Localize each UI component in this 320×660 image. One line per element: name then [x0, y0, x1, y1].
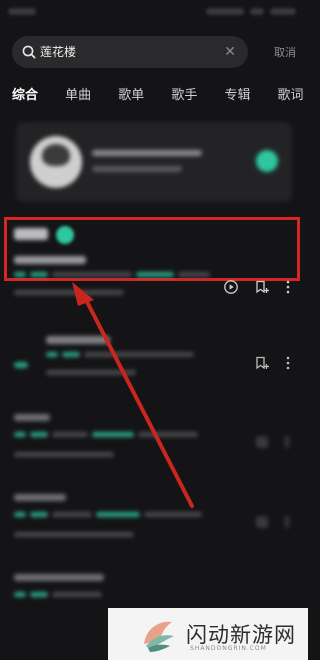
tab-artists[interactable]: 歌手 — [171, 84, 197, 103]
song-album — [138, 432, 198, 437]
result-tabs: 综合 单曲 歌单 歌手 专辑 歌词 — [12, 84, 308, 106]
vip-badge — [62, 352, 80, 357]
song-extra — [14, 290, 124, 295]
song-title — [14, 414, 50, 421]
vip-badge — [30, 272, 48, 277]
section-title — [14, 228, 48, 240]
search-input[interactable]: 莲花楼 ✕ — [12, 36, 248, 68]
search-bar: 莲花楼 ✕ 取消 — [12, 36, 296, 68]
song-artist — [52, 512, 92, 517]
more-vertical-icon[interactable] — [285, 516, 289, 528]
song-title — [46, 336, 110, 344]
song-extra — [14, 452, 114, 457]
vip-badge — [30, 512, 48, 517]
watermark-logo-icon — [144, 621, 174, 652]
song-artist — [84, 352, 194, 357]
status-time — [8, 8, 36, 15]
add-to-collection-icon[interactable] — [254, 355, 270, 371]
song-tag — [136, 272, 174, 277]
avatar — [30, 136, 82, 188]
play-circle-icon[interactable] — [223, 279, 239, 295]
song-tag — [96, 512, 140, 517]
tab-songs[interactable]: 单曲 — [65, 84, 91, 103]
add-to-collection-icon[interactable] — [256, 516, 268, 528]
vip-badge — [30, 432, 48, 437]
song-title — [14, 256, 86, 264]
vip-badge — [30, 592, 48, 597]
song-artist — [52, 432, 88, 437]
artist-card[interactable] — [16, 122, 292, 202]
more-vertical-icon[interactable] — [286, 356, 290, 370]
status-indicators — [206, 8, 244, 15]
song-album — [178, 272, 210, 277]
add-to-collection-icon[interactable] — [256, 436, 268, 448]
more-vertical-icon[interactable] — [285, 436, 289, 448]
tab-albums[interactable]: 专辑 — [224, 84, 250, 103]
quality-badge — [46, 352, 58, 357]
song-tag — [92, 432, 134, 437]
tab-lyrics[interactable]: 歌词 — [278, 84, 304, 103]
song-title — [14, 494, 66, 501]
song-album — [144, 512, 202, 517]
more-vertical-icon[interactable] — [286, 280, 290, 294]
artist-name — [92, 150, 202, 156]
song-artist — [52, 592, 102, 597]
add-to-collection-icon[interactable] — [254, 279, 270, 295]
quality-badge — [14, 592, 26, 597]
artist-meta — [92, 166, 182, 172]
search-query: 莲花楼 — [40, 45, 77, 59]
battery-icon — [270, 8, 296, 15]
wifi-icon — [250, 8, 264, 15]
quality-badge — [14, 272, 26, 277]
song-extra — [46, 370, 136, 375]
watermark: 闪动新游网 SHANDONGRIN.COM — [108, 608, 308, 660]
cancel-button[interactable]: 取消 — [274, 44, 296, 60]
status-bar — [0, 0, 308, 26]
playing-indicator-icon — [14, 362, 28, 368]
song-artist — [52, 272, 132, 277]
quality-badge — [14, 512, 26, 517]
tab-playlists[interactable]: 歌单 — [118, 84, 144, 103]
close-icon[interactable]: ✕ — [222, 44, 238, 60]
tab-comprehensive[interactable]: 综合 — [12, 84, 38, 103]
play-all-icon[interactable] — [56, 226, 74, 244]
search-icon — [22, 45, 36, 59]
song-title — [14, 574, 104, 581]
song-extra — [14, 532, 134, 537]
quality-badge — [14, 432, 26, 437]
watermark-subtitle: SHANDONGRIN.COM — [190, 645, 267, 652]
follow-button[interactable] — [256, 150, 278, 172]
